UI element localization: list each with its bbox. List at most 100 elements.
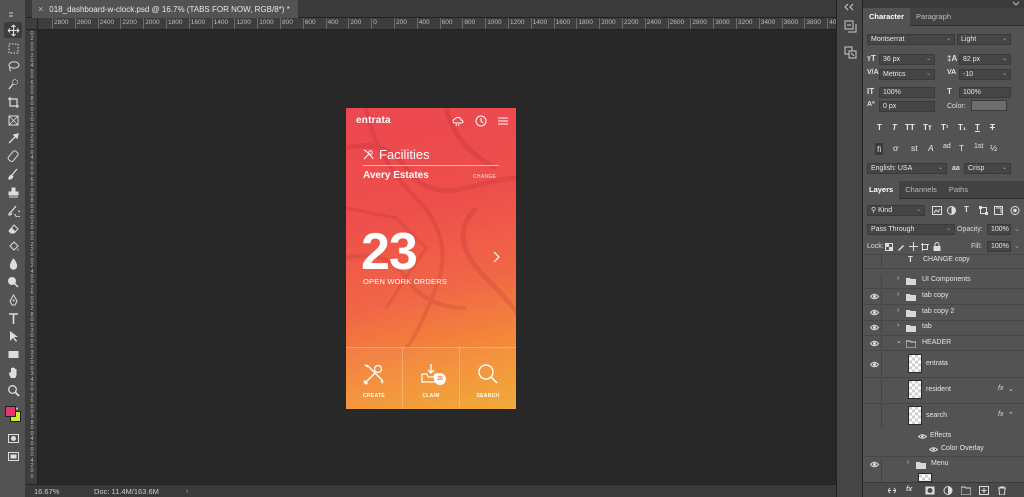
all-caps-button[interactable]: TT bbox=[905, 123, 915, 132]
layer-row-entrata[interactable]: entrata bbox=[863, 352, 1024, 376]
filter-type-icon[interactable]: T bbox=[964, 205, 969, 214]
vertical-ruler[interactable]: 0200204006008001000200040006000800020002… bbox=[26, 30, 38, 484]
tab-channels[interactable]: Channels bbox=[899, 181, 943, 199]
chevron-down-icon[interactable]: ⌄ bbox=[896, 337, 902, 345]
discretionary-ligatures-button[interactable]: st bbox=[911, 143, 918, 153]
paint-bucket-tool-icon[interactable] bbox=[4, 238, 22, 254]
hamburger-menu-icon[interactable] bbox=[497, 115, 509, 127]
font-family-select[interactable]: Montserrat ⌄ bbox=[867, 34, 955, 45]
small-caps-button[interactable]: Tт bbox=[923, 123, 932, 132]
filter-pixel-icon[interactable] bbox=[932, 206, 942, 215]
eye-icon[interactable] bbox=[870, 308, 879, 317]
layer-row-change-copy[interactable]: T CHANGE copy bbox=[863, 255, 1024, 268]
ligatures-button[interactable]: fi bbox=[875, 143, 884, 155]
layer-row-tab-copy-2[interactable]: › tab copy 2 bbox=[863, 306, 1024, 319]
adjustment-layer-icon[interactable] bbox=[943, 486, 953, 495]
chevron-right-icon[interactable] bbox=[492, 251, 500, 263]
artboard-dashboard[interactable]: entrata Facilities Avery Estates CHANGE … bbox=[346, 108, 516, 409]
move-tool-icon[interactable] bbox=[4, 22, 22, 38]
layer-effects-row[interactable]: Effects bbox=[863, 430, 1024, 443]
fractions-button[interactable]: ½ bbox=[990, 143, 997, 153]
visibility-toggle[interactable] bbox=[868, 274, 882, 287]
layer-row-tab-copy[interactable]: › tab copy bbox=[863, 290, 1024, 303]
faux-italic-button[interactable]: T bbox=[892, 123, 897, 132]
path-selection-tool-icon[interactable] bbox=[4, 328, 22, 344]
chevron-right-icon[interactable]: › bbox=[897, 275, 899, 282]
visibility-toggle[interactable] bbox=[868, 255, 882, 268]
color-swatches[interactable] bbox=[4, 404, 22, 424]
type-tool-icon[interactable] bbox=[4, 310, 22, 326]
underline-button[interactable]: T bbox=[975, 123, 980, 132]
add-layer-style-icon[interactable]: fx bbox=[906, 486, 916, 495]
delete-layer-icon[interactable] bbox=[997, 486, 1007, 495]
hand-tool-icon[interactable] bbox=[4, 364, 22, 380]
baseline-shift-field[interactable]: 0 px bbox=[879, 101, 935, 112]
faux-bold-button[interactable]: T bbox=[877, 123, 882, 132]
healing-brush-tool-icon[interactable] bbox=[4, 148, 22, 164]
horizontal-ruler[interactable]: 2800 2600 2400 2200 2000 1800 1600 1400 1200 1000… bbox=[26, 18, 836, 30]
foreground-color-swatch[interactable] bbox=[5, 406, 16, 417]
screen-mode-icon[interactable] bbox=[4, 448, 22, 464]
frame-tool-icon[interactable] bbox=[4, 112, 22, 128]
filter-toggle-icon[interactable] bbox=[1010, 205, 1020, 216]
lock-artboard-icon[interactable] bbox=[921, 243, 929, 251]
add-mask-icon[interactable] bbox=[925, 486, 935, 495]
visibility-toggle[interactable] bbox=[868, 378, 882, 402]
clock-icon[interactable] bbox=[475, 115, 487, 127]
antialias-select[interactable]: Crisp ⌄ bbox=[964, 163, 1011, 174]
eye-icon[interactable] bbox=[870, 339, 879, 348]
change-property-link[interactable]: CHANGE bbox=[473, 174, 496, 180]
layer-filter-select[interactable]: ⚲ Kind ⌄ bbox=[867, 205, 925, 216]
search-action-button[interactable]: SEARCH bbox=[460, 347, 516, 409]
layer-effects-icon[interactable]: fx bbox=[998, 385, 1003, 392]
old-style-button[interactable]: ơ bbox=[893, 143, 899, 153]
expand-panel-icon[interactable] bbox=[1012, 1, 1020, 7]
superscript-button[interactable]: T¹ bbox=[941, 123, 949, 132]
strikethrough-button[interactable]: T bbox=[990, 123, 995, 132]
chevron-right-icon[interactable]: › bbox=[897, 291, 899, 298]
color-overlay-effect-row[interactable]: Color Overlay bbox=[863, 443, 1024, 456]
lock-transparent-icon[interactable] bbox=[885, 243, 893, 251]
fill-arrow-icon[interactable]: ⌄ bbox=[1014, 242, 1020, 250]
chevron-right-icon[interactable]: › bbox=[897, 322, 899, 329]
ordinals-button[interactable]: 1st bbox=[974, 143, 983, 150]
opacity-arrow-icon[interactable]: ⌄ bbox=[1014, 225, 1020, 233]
tab-character[interactable]: Character bbox=[863, 8, 911, 26]
chevron-down-icon[interactable]: ⌄ bbox=[1008, 385, 1014, 393]
filter-smart-object-icon[interactable] bbox=[994, 206, 1003, 215]
eyedropper-tool-icon[interactable] bbox=[4, 130, 22, 146]
create-action-button[interactable]: CREATE bbox=[346, 347, 403, 409]
eraser-tool-icon[interactable] bbox=[4, 220, 22, 236]
filter-adjustment-icon[interactable] bbox=[947, 206, 956, 215]
quick-select-tool-icon[interactable] bbox=[4, 76, 22, 92]
collapse-dock-icon[interactable] bbox=[844, 3, 857, 11]
document-tab[interactable]: × 018_dashboard-w-clock.psd @ 16.7% (TAB… bbox=[32, 0, 298, 18]
titling-alternates-button[interactable]: T bbox=[959, 143, 964, 153]
leading-field[interactable]: 82 px ⌄ bbox=[959, 54, 1011, 65]
blend-mode-select[interactable]: Pass Through ⌄ bbox=[867, 224, 955, 235]
swash-button[interactable]: A bbox=[928, 143, 934, 153]
filter-shape-icon[interactable] bbox=[979, 206, 988, 215]
crop-tool-icon[interactable] bbox=[4, 94, 22, 110]
stamp-tool-icon[interactable] bbox=[4, 184, 22, 200]
layer-row-header[interactable]: ⌄ HEADER bbox=[863, 337, 1024, 350]
chevron-right-icon[interactable]: › bbox=[897, 307, 899, 314]
brush-tool-icon[interactable] bbox=[4, 166, 22, 182]
blur-tool-icon[interactable] bbox=[4, 256, 22, 272]
quick-mask-icon[interactable] bbox=[4, 430, 22, 446]
tab-paths[interactable]: Paths bbox=[943, 181, 974, 199]
chevron-up-icon[interactable]: ⌃ bbox=[1008, 411, 1014, 419]
layer-effects-icon[interactable]: fx bbox=[998, 411, 1003, 418]
weather-cloud-icon[interactable] bbox=[452, 115, 464, 127]
chevron-right-icon[interactable]: › bbox=[907, 459, 909, 466]
properties-panel-icon[interactable] bbox=[844, 46, 857, 59]
ruler-origin[interactable] bbox=[26, 18, 38, 30]
collapse-toolbar-icon[interactable] bbox=[4, 6, 22, 22]
lasso-tool-icon[interactable] bbox=[4, 58, 22, 74]
kerning-field[interactable]: Metrics ⌄ bbox=[879, 69, 935, 80]
new-layer-icon[interactable] bbox=[979, 486, 989, 495]
stylistic-alternates-button[interactable]: ad bbox=[943, 143, 951, 150]
font-size-field[interactable]: 36 px ⌄ bbox=[879, 54, 935, 65]
marquee-tool-icon[interactable] bbox=[4, 40, 22, 56]
layer-row-partial[interactable] bbox=[863, 471, 1024, 482]
